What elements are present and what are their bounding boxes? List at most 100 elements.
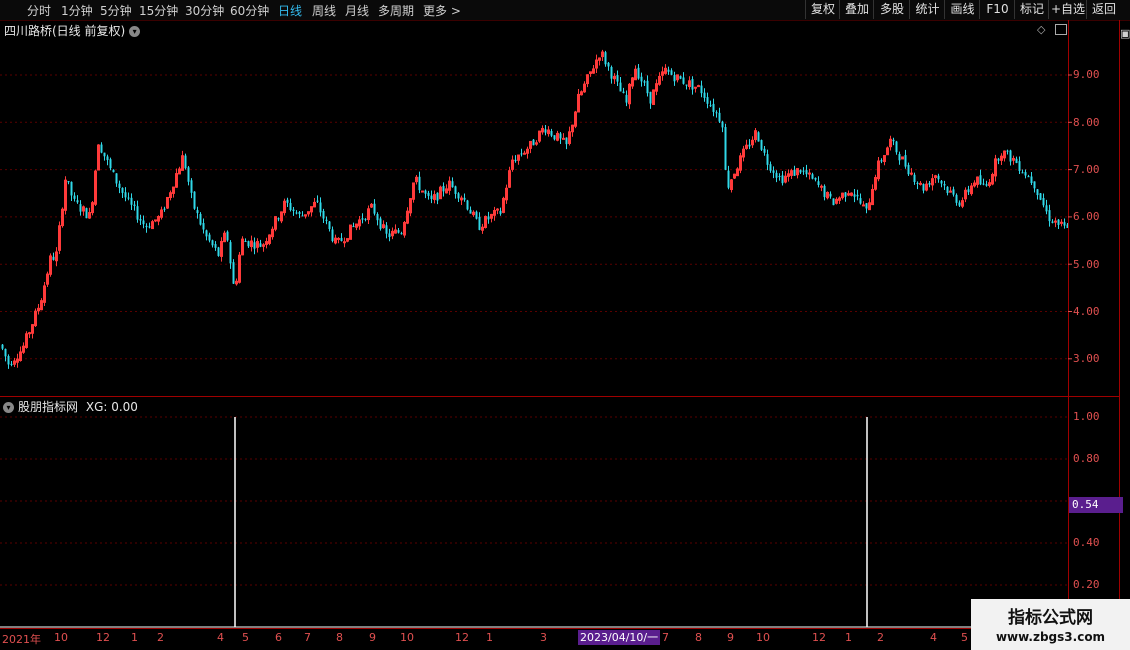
candle-body	[187, 167, 190, 182]
candle-body	[214, 244, 217, 248]
candle-body	[1051, 221, 1054, 223]
candle-body	[226, 231, 229, 241]
candlestick-series	[1, 49, 1069, 369]
candle-body	[184, 155, 187, 169]
candle-body	[913, 174, 916, 182]
candle-body	[724, 127, 727, 170]
candle-body	[199, 213, 202, 225]
diamond-icon[interactable]: ◇	[1037, 23, 1045, 36]
candle-body	[643, 81, 646, 83]
candle-body	[622, 91, 625, 94]
candle-body	[559, 133, 562, 139]
candle-body	[76, 200, 79, 203]
candle-body	[979, 175, 982, 185]
time-label: 12	[812, 631, 826, 644]
candle-body	[295, 212, 298, 214]
candle-body	[904, 155, 907, 167]
candle-body	[136, 206, 139, 220]
candle-body	[943, 184, 946, 186]
candle-body	[331, 229, 334, 242]
candle-body	[814, 177, 817, 180]
candle-body	[799, 170, 802, 173]
candle-body	[880, 160, 883, 162]
price-label: 4.00	[1073, 305, 1100, 318]
candle-body	[892, 139, 895, 142]
candle-body	[1015, 158, 1018, 164]
time-label: 1	[131, 631, 138, 644]
chevron-down-icon[interactable]: ▾	[3, 402, 14, 413]
candle-body	[232, 262, 235, 284]
candle-body	[808, 172, 811, 175]
candle-body	[28, 332, 31, 335]
candle-body	[208, 234, 211, 241]
candle-body	[397, 230, 400, 233]
candle-body	[757, 132, 760, 142]
candle-body	[400, 233, 403, 235]
candle-body	[244, 240, 247, 242]
candle-body	[109, 159, 112, 169]
candle-body	[760, 140, 763, 150]
candle-body	[139, 219, 142, 221]
candle-body	[640, 76, 643, 82]
time-label: 10	[756, 631, 770, 644]
candle-body	[463, 197, 466, 200]
candle-body	[844, 192, 847, 197]
chart-title: 四川路桥(日线 前复权) ▾	[4, 22, 141, 39]
candle-body	[748, 144, 751, 147]
candle-body	[1048, 210, 1051, 222]
candle-body	[514, 159, 517, 162]
candle-body	[454, 186, 457, 194]
watermark: 指标公式网 www.zbgs3.com	[971, 599, 1130, 650]
candle-body	[70, 181, 73, 196]
candle-body	[946, 186, 949, 193]
panel-toggle-icon[interactable]	[1055, 24, 1067, 35]
candle-body	[775, 172, 778, 178]
candle-body	[766, 154, 769, 165]
candle-body	[352, 226, 355, 228]
chart-frame	[0, 20, 1120, 629]
candle-body	[451, 181, 454, 188]
candle-body	[544, 129, 547, 133]
candle-body	[811, 174, 814, 179]
chart-canvas[interactable]	[0, 0, 1130, 650]
candle-body	[100, 144, 103, 153]
candle-body	[679, 76, 682, 79]
candle-body	[301, 215, 304, 217]
candle-body	[79, 204, 82, 212]
candle-body	[706, 97, 709, 104]
price-label: 8.00	[1073, 116, 1100, 129]
chevron-down-icon[interactable]: ▾	[129, 26, 141, 37]
candle-body	[832, 198, 835, 206]
candle-body	[418, 176, 421, 191]
candle-body	[319, 202, 322, 213]
candle-body	[193, 191, 196, 209]
candle-body	[106, 156, 109, 161]
right-info-strip[interactable]: ▣	[1120, 24, 1130, 394]
watermark-title: 指标公式网	[1008, 608, 1093, 628]
candle-body	[721, 121, 724, 128]
candle-body	[466, 200, 469, 210]
candle-body	[496, 208, 499, 211]
candle-body	[292, 209, 295, 211]
candle-body	[190, 180, 193, 193]
time-label: 1	[486, 631, 493, 644]
candle-body	[388, 233, 391, 238]
candle-body	[427, 192, 430, 196]
candle-body	[328, 221, 331, 230]
candle-body	[259, 243, 262, 247]
candle-body	[205, 230, 208, 237]
candle-body	[940, 180, 943, 184]
time-label: 9	[369, 631, 376, 644]
candle-body	[340, 237, 343, 241]
candle-body	[1036, 189, 1039, 196]
candle-body	[1006, 150, 1009, 152]
candle-body	[1024, 172, 1027, 176]
time-label: 2	[157, 631, 164, 644]
candle-body	[862, 204, 865, 207]
candle-body	[982, 183, 985, 185]
candle-body	[694, 86, 697, 89]
candle-body	[562, 137, 565, 140]
candle-body	[247, 241, 250, 247]
candle-body	[67, 181, 70, 183]
candle-body	[4, 348, 7, 357]
